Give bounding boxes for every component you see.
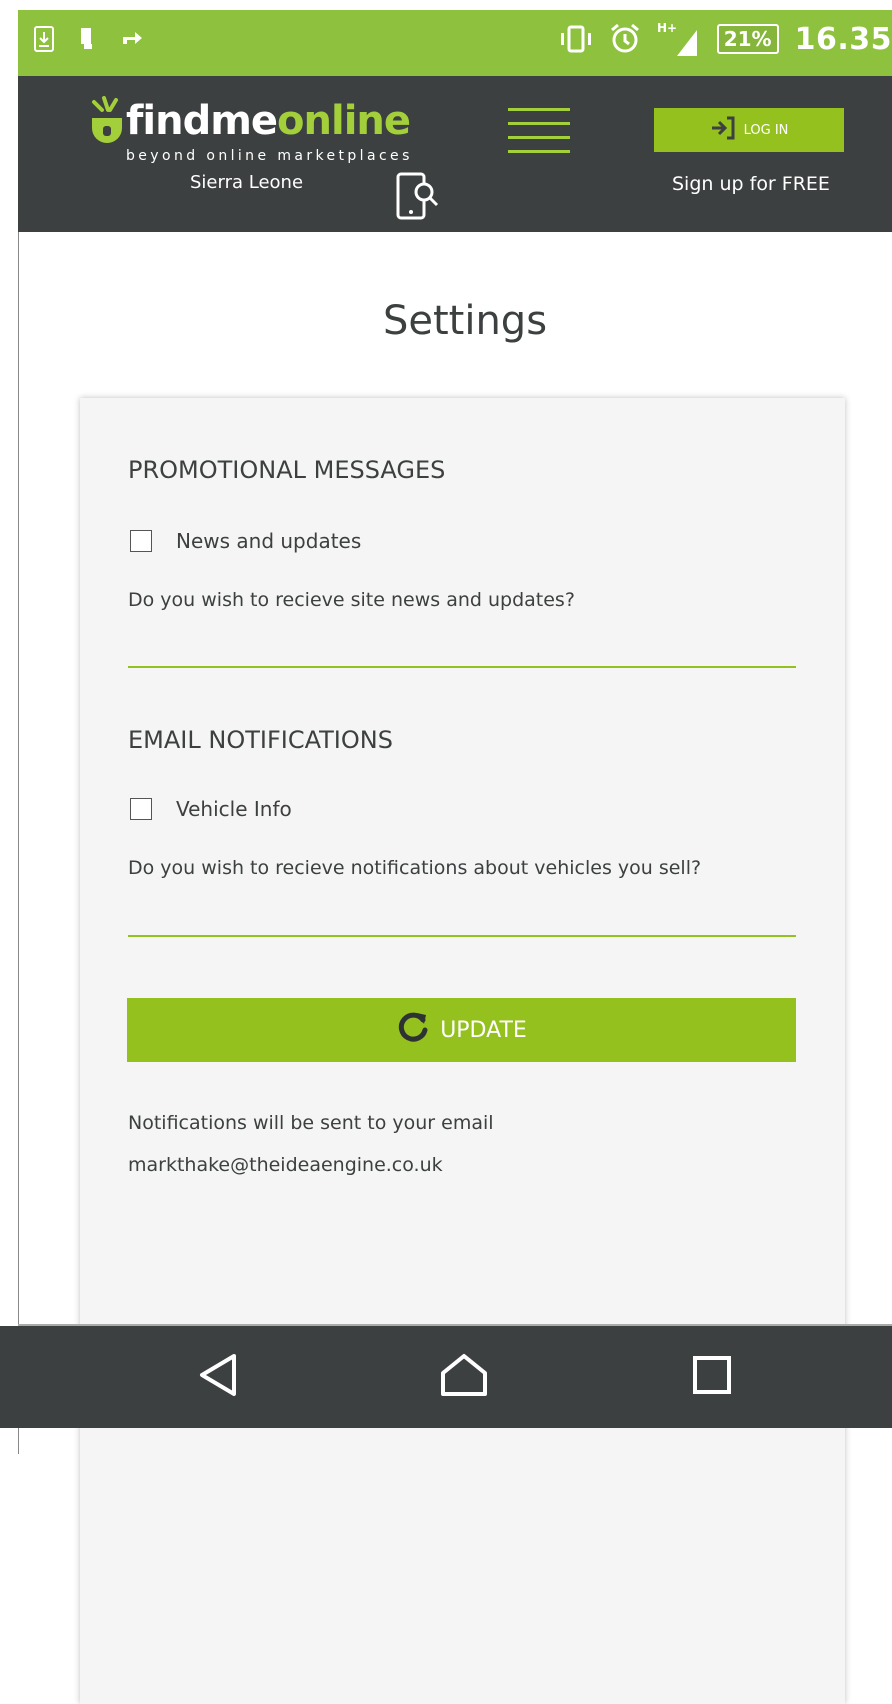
update-button[interactable]: UPDATE	[127, 998, 796, 1062]
acorn-icon	[90, 96, 124, 156]
vehicle-info-option[interactable]: Vehicle Info	[130, 797, 292, 821]
vehicle-info-label: Vehicle Info	[176, 797, 292, 821]
page-border	[18, 232, 19, 1454]
email-note: Notifications will be sent to your email	[128, 1112, 494, 1134]
recents-square-icon	[692, 1355, 732, 1399]
recents-button[interactable]	[652, 1326, 772, 1428]
status-clock: 16.35	[794, 21, 892, 57]
update-label: UPDATE	[440, 1017, 527, 1043]
back-triangle-icon	[198, 1353, 238, 1401]
svg-text:H+: H+	[657, 21, 677, 35]
site-header: findmeonline beyond online marketplaces …	[18, 76, 892, 232]
mobile-search-icon[interactable]	[396, 172, 440, 226]
login-label: LOG IN	[743, 122, 789, 138]
promotional-heading: PROMOTIONAL MESSAGES	[128, 456, 446, 484]
email-notifications-heading: EMAIL NOTIFICATIONS	[128, 726, 393, 754]
signup-link[interactable]: Sign up for FREE	[672, 173, 830, 195]
email-notifications-description: Do you wish to recieve notifications abo…	[128, 857, 702, 879]
vehicle-info-checkbox[interactable]	[130, 798, 152, 820]
logo-tagline: beyond online marketplaces	[126, 148, 413, 164]
logo-wordmark: findmeonline	[126, 98, 411, 144]
back-button[interactable]	[158, 1326, 278, 1428]
alarm-icon	[609, 23, 641, 55]
section-divider	[128, 935, 796, 937]
share-arrow-icon	[120, 26, 144, 52]
refresh-icon	[396, 1010, 430, 1050]
login-button[interactable]: LOG IN	[654, 108, 844, 152]
section-divider	[128, 666, 796, 668]
news-updates-checkbox[interactable]	[130, 530, 152, 552]
status-bar: H+ 21% 16.35	[18, 10, 892, 76]
battery-indicator: 21%	[716, 24, 779, 54]
home-icon	[439, 1353, 489, 1401]
user-email: markthake@theideaengine.co.uk	[128, 1154, 443, 1176]
hamburger-menu-icon[interactable]	[508, 108, 570, 154]
news-updates-label: News and updates	[176, 529, 362, 553]
home-button[interactable]	[404, 1326, 524, 1428]
promotional-description: Do you wish to recieve site news and upd…	[128, 589, 575, 611]
device-notification-icon	[78, 26, 96, 52]
news-updates-option[interactable]: News and updates	[130, 529, 361, 553]
signal-icon: H+	[657, 20, 701, 58]
download-notification-icon	[34, 26, 54, 52]
site-logo[interactable]: findmeonline beyond online marketplaces	[90, 90, 450, 170]
vibrate-icon	[559, 24, 593, 54]
page-title: Settings	[382, 298, 548, 344]
system-nav-bar	[0, 1326, 892, 1428]
login-icon	[710, 116, 736, 144]
country-selector[interactable]: Sierra Leone	[190, 172, 303, 193]
